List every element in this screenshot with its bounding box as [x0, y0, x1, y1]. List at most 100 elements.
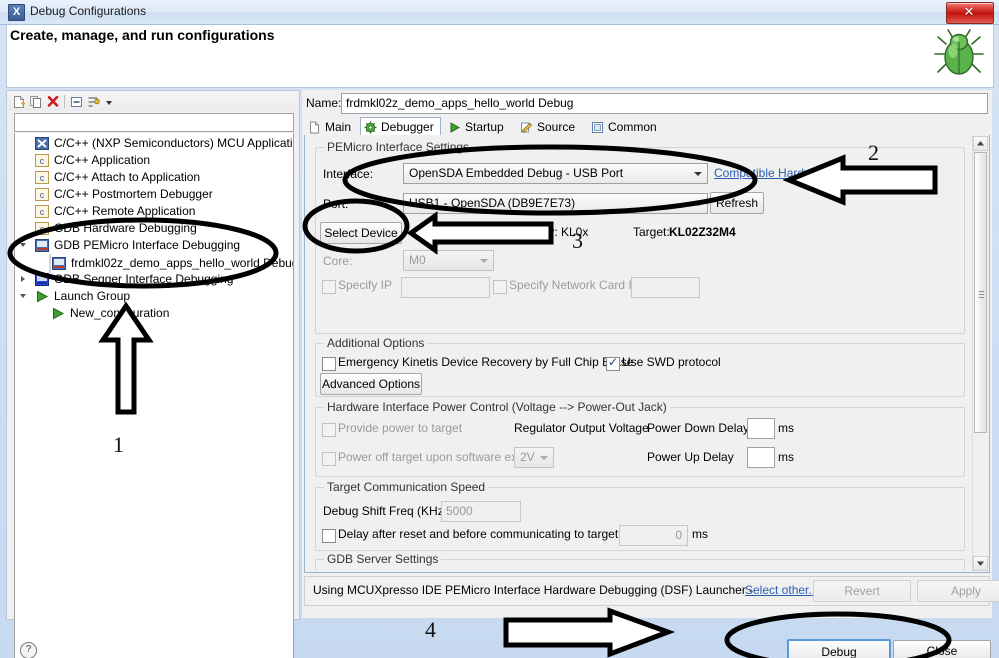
select-device-button[interactable]: Select Device [320, 222, 402, 244]
port-combo-value: USB1 - OpenSDA (DB9E7E73) [409, 196, 576, 210]
debug-shift-freq-input[interactable]: 5000 [441, 501, 521, 522]
tab-source[interactable]: Source [516, 117, 582, 137]
name-label: Name: [306, 96, 342, 110]
select-other-link[interactable]: Select other... [745, 583, 818, 597]
tab-main-label: Main [325, 120, 352, 134]
core-combo-value: M0 [409, 253, 426, 267]
scrollbar-thumb[interactable] [974, 152, 987, 433]
tree-item-label: C/C++ (NXP Semiconductors) MCU Applicati… [54, 136, 294, 150]
settings-vertical-scrollbar[interactable] [972, 136, 988, 571]
interface-combo[interactable]: OpenSDA Embedded Debug - USB Port [403, 163, 708, 184]
advanced-options-button[interactable]: Advanced Options [320, 373, 422, 395]
tree-item-label: New_configuration [70, 306, 170, 320]
tab-debugger[interactable]: Debugger [360, 117, 441, 137]
delay-after-reset-checkbox[interactable] [322, 529, 336, 543]
apply-button[interactable]: Apply [917, 580, 999, 602]
close-icon: ✕ [963, 4, 975, 19]
comm-speed-legend: Target Communication Speed [324, 480, 489, 494]
c-app-icon: c [35, 154, 49, 167]
regulator-voltage-combo[interactable]: 2V [514, 447, 554, 468]
power-down-delay-input[interactable] [747, 418, 775, 439]
regulator-output-voltage-label: Regulator Output Voltage [514, 421, 649, 435]
power-control-legend: Hardware Interface Power Control (Voltag… [324, 400, 670, 414]
launcher-bar: Using MCUXpresso IDE PEMicro Interface H… [304, 576, 999, 606]
specify-network-card-ip-checkbox[interactable] [493, 280, 507, 294]
help-button[interactable]: ? [20, 642, 37, 658]
interface-combo-value: OpenSDA Embedded Debug - USB Port [409, 166, 624, 180]
twisty-expanded-icon[interactable] [20, 243, 26, 247]
tree-item-label: C/C++ Attach to Application [54, 170, 201, 184]
target-value: KL02Z32M4 [669, 225, 736, 239]
power-off-on-exit-checkbox[interactable] [322, 452, 336, 466]
configurations-toolbar [8, 92, 298, 111]
svg-text:c: c [40, 207, 45, 217]
debug-configurations-window: X Debug Configurations ✕ Create, manage,… [0, 0, 999, 658]
refresh-button[interactable]: Refresh [710, 192, 764, 214]
chevron-down-icon [694, 202, 702, 206]
tab-source-label: Source [537, 120, 576, 134]
scroll-down-button[interactable] [973, 556, 988, 571]
gdb-server-settings-group: GDB Server Settings [315, 552, 965, 570]
close-button[interactable]: Close [893, 640, 991, 658]
specify-ip-checkbox[interactable] [322, 280, 336, 294]
compatible-hardware-link[interactable]: Compatible Hardware [714, 166, 830, 180]
c-app-icon: c [35, 205, 49, 218]
svg-text:c: c [40, 156, 45, 166]
tab-common[interactable]: Common [587, 117, 664, 137]
emergency-recovery-checkbox[interactable] [322, 357, 336, 371]
source-pencil-icon [521, 122, 533, 134]
document-icon [310, 121, 319, 134]
name-input-value: frdmkl02z_demo_apps_hello_world Debug [346, 96, 574, 110]
tab-startup-label: Startup [465, 120, 504, 134]
tree-item[interactable]: frdmkl02z_demo_apps_hello_world Debug [49, 254, 293, 273]
window-app-icon: X [8, 4, 25, 21]
debugger-tab-content: PEMicro Interface Settings Interface: Op… [304, 135, 990, 573]
twisty-collapsed-icon[interactable] [21, 276, 25, 282]
window-close-button[interactable]: ✕ [946, 2, 994, 24]
power-down-delay-label: Power Down Delay [647, 421, 750, 435]
filter-icon[interactable] [87, 95, 101, 109]
provide-power-label: Provide power to target [338, 421, 463, 435]
family-label: Family: KL0x [519, 225, 589, 239]
specify-ip-input[interactable] [401, 277, 490, 298]
port-combo[interactable]: USB1 - OpenSDA (DB9E7E73) [403, 193, 708, 214]
launch-group-icon [51, 307, 65, 320]
tab-startup[interactable]: Startup [444, 117, 511, 137]
vendor-label: Vendor: NXP [415, 225, 485, 239]
target-label: Target: [633, 225, 670, 239]
debug-shift-freq-label: Debug Shift Freq (KHz) [323, 504, 448, 518]
view-menu-chevron-down-icon[interactable] [104, 95, 114, 109]
regulator-voltage-value: 2V [520, 450, 535, 464]
window-titlebar: X Debug Configurations ✕ [0, 0, 999, 25]
pemicro-icon [35, 239, 49, 252]
port-label: Port: [323, 197, 349, 211]
power-up-delay-label: Power Up Delay [647, 450, 734, 464]
core-combo[interactable]: M0 [403, 250, 494, 271]
configurations-tree[interactable]: C/C++ (NXP Semiconductors) MCU Applicati… [14, 133, 294, 658]
chevron-down-icon [480, 259, 488, 263]
collapse-all-icon[interactable] [70, 95, 84, 109]
twisty-expanded-icon[interactable] [20, 294, 26, 298]
new-launch-configuration-icon[interactable] [12, 95, 26, 109]
scroll-up-button[interactable] [973, 136, 988, 151]
svg-text:c: c [40, 224, 45, 234]
delay-after-reset-input[interactable]: 0 [619, 525, 688, 546]
delete-icon[interactable] [46, 95, 60, 109]
revert-button[interactable]: Revert [813, 580, 911, 602]
power-up-delay-input[interactable] [747, 447, 775, 468]
common-square-icon [592, 122, 603, 133]
tab-main[interactable]: Main [304, 117, 358, 137]
tree-item-label: GDB Segger Interface Debugging [54, 272, 234, 286]
c-app-icon: c [35, 188, 49, 201]
tree-item-label: frdmkl02z_demo_apps_hello_world Debug [71, 256, 294, 270]
use-swd-protocol-checkbox[interactable]: ✓ [606, 356, 620, 371]
debug-button[interactable]: Debug [787, 639, 891, 658]
name-input[interactable]: frdmkl02z_demo_apps_hello_world Debug [341, 93, 988, 114]
provide-power-checkbox[interactable] [322, 423, 336, 437]
duplicate-icon[interactable] [29, 95, 43, 109]
scrollbar-grip [979, 294, 984, 295]
power-control-group: Hardware Interface Power Control (Voltag… [315, 400, 965, 477]
tab-debugger-label: Debugger [381, 120, 434, 134]
filter-input[interactable] [14, 113, 294, 132]
specify-network-card-ip-input[interactable] [631, 277, 700, 298]
